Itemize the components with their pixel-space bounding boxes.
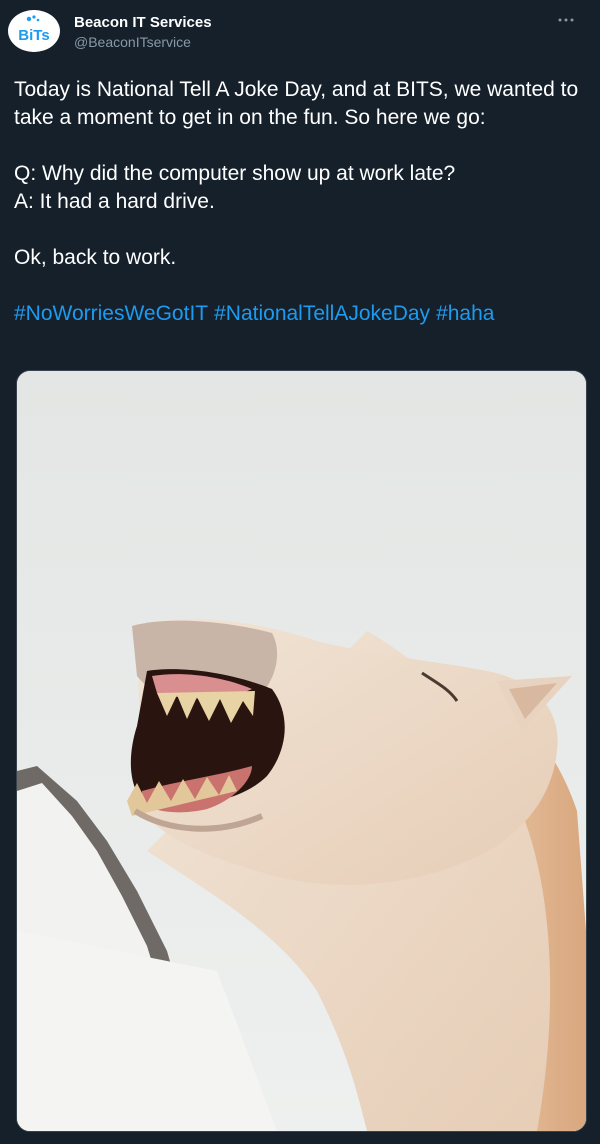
tweet-header: BiTs Beacon IT Services @BeaconITservice bbox=[0, 0, 600, 60]
more-options-button[interactable] bbox=[554, 10, 578, 30]
handle[interactable]: @BeaconITservice bbox=[74, 33, 212, 51]
tweet-line-question: Q: Why did the computer show up at work … bbox=[14, 162, 456, 185]
bits-logo-icon: BiTs bbox=[13, 10, 55, 52]
tweet-line-closing: Ok, back to work. bbox=[14, 246, 177, 269]
tweet-text: Today is National Tell A Joke Day, and a… bbox=[14, 76, 588, 328]
tweet-line-intro: Today is National Tell A Joke Day, and a… bbox=[14, 78, 579, 129]
avatar-text: BiTs bbox=[18, 27, 49, 44]
hashtag-noworries[interactable]: #NoWorriesWeGotIT bbox=[14, 302, 208, 325]
hashtags: #NoWorriesWeGotIT #NationalTellAJokeDay #h… bbox=[14, 300, 588, 328]
tweet-media[interactable] bbox=[16, 370, 587, 1132]
hashtag-nationaltellajokeday[interactable]: #NationalTellAJokeDay bbox=[214, 302, 430, 325]
laughing-horse-photo-icon bbox=[17, 371, 586, 1131]
display-name[interactable]: Beacon IT Services bbox=[74, 14, 212, 32]
more-horizontal-icon bbox=[558, 18, 574, 22]
tweet-line-answer: A: It had a hard drive. bbox=[14, 190, 215, 213]
hashtag-haha[interactable]: #haha bbox=[436, 302, 494, 325]
author-names: Beacon IT Services @BeaconITservice bbox=[74, 14, 212, 51]
avatar[interactable]: BiTs bbox=[8, 10, 60, 52]
